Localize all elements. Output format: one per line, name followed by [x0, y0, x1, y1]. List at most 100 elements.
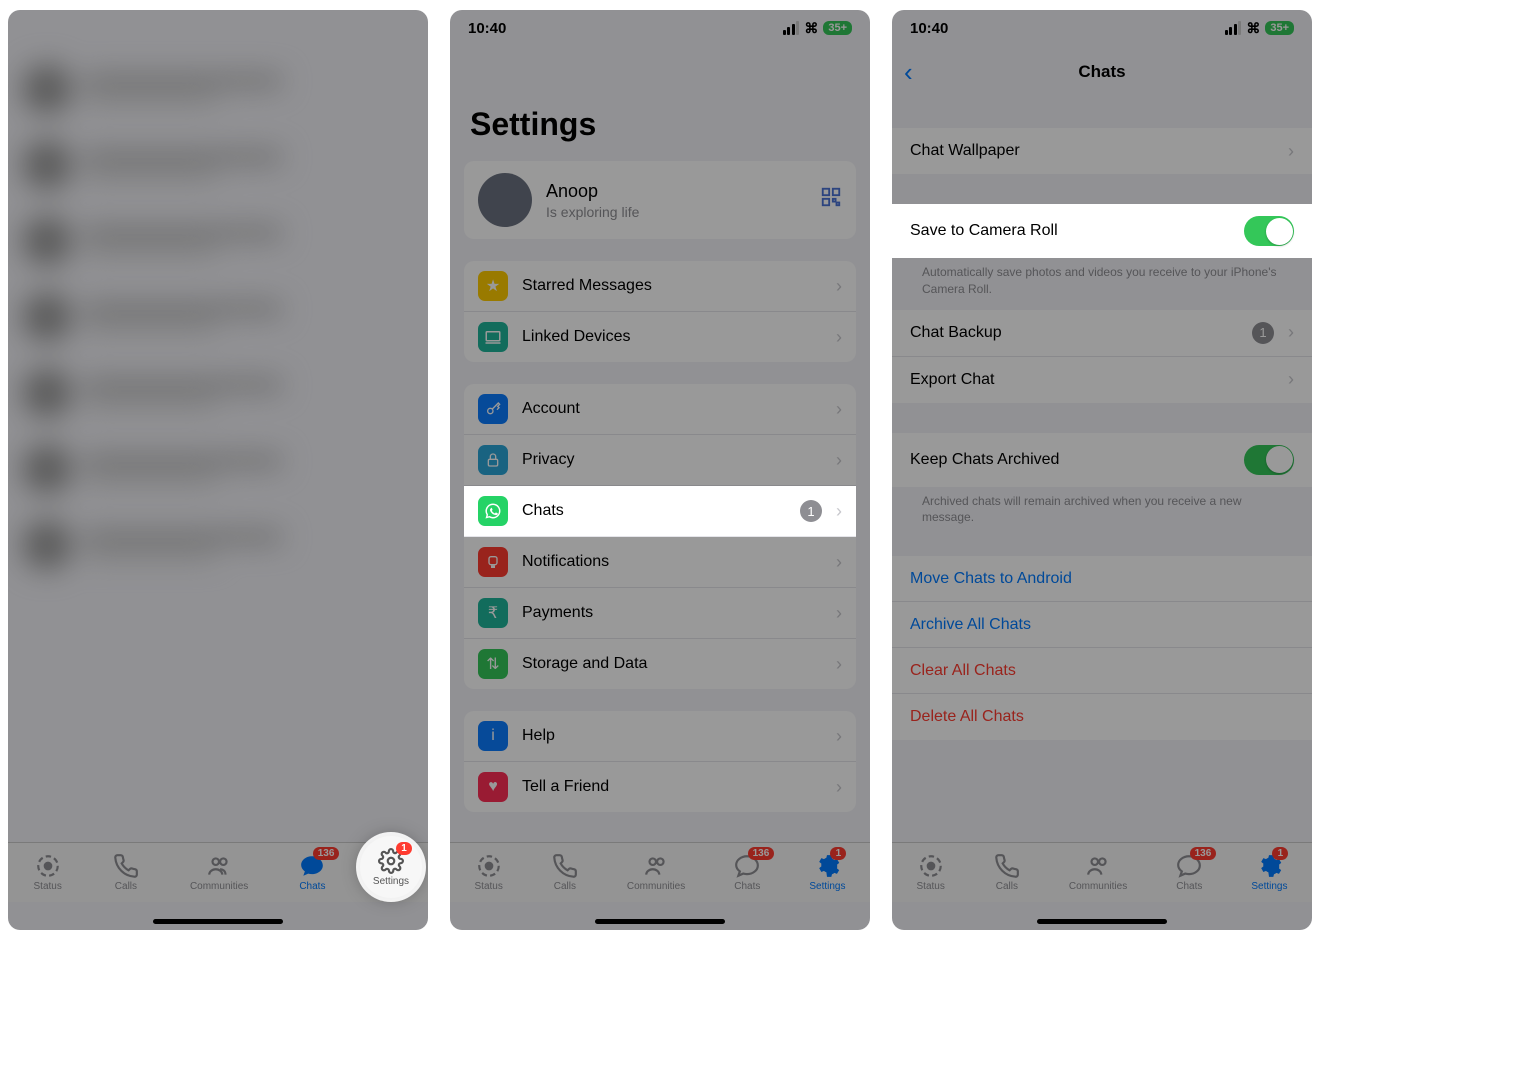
- tab-communities[interactable]: Communities: [190, 853, 248, 892]
- tab-settings[interactable]: 1 Settings: [1251, 853, 1287, 892]
- row-privacy[interactable]: Privacy ›: [464, 435, 856, 486]
- heart-icon: ♥: [478, 772, 508, 802]
- chats-badge: 136: [313, 847, 340, 860]
- row-label: Archive All Chats: [910, 616, 1294, 634]
- nav-title: Chats: [1078, 62, 1125, 82]
- row-clear-all[interactable]: Clear All Chats: [892, 648, 1312, 694]
- chats-row-badge: 1: [800, 500, 822, 522]
- tab-label: Status: [34, 881, 62, 892]
- row-delete-all[interactable]: Delete All Chats: [892, 694, 1312, 740]
- chevron-right-icon: ›: [1288, 141, 1294, 162]
- chevron-right-icon: ›: [836, 399, 842, 420]
- toggle-save-camera-roll[interactable]: [1244, 216, 1294, 246]
- tab-label: Calls: [115, 881, 137, 892]
- chevron-right-icon: ›: [836, 726, 842, 747]
- chevron-right-icon: ›: [836, 327, 842, 348]
- row-label: Save to Camera Roll: [910, 222, 1230, 240]
- tab-communities[interactable]: Communities: [627, 853, 685, 892]
- info-icon: i: [478, 721, 508, 751]
- tab-calls[interactable]: Calls: [113, 853, 139, 892]
- row-linked-devices[interactable]: Linked Devices ›: [464, 312, 856, 362]
- tab-label: Calls: [554, 881, 576, 892]
- settings-group-3: i Help › ♥ Tell a Friend ›: [464, 711, 856, 812]
- tab-label: Communities: [627, 881, 685, 892]
- row-notifications[interactable]: Notifications ›: [464, 537, 856, 588]
- section-archived: Keep Chats Archived: [892, 433, 1312, 487]
- whatsapp-icon: [478, 496, 508, 526]
- profile-status: Is exploring life: [546, 204, 639, 220]
- tab-communities[interactable]: Communities: [1069, 853, 1127, 892]
- gear-icon: 1: [814, 853, 840, 879]
- row-help[interactable]: i Help ›: [464, 711, 856, 762]
- chevron-right-icon: ›: [836, 450, 842, 471]
- tab-status[interactable]: Status: [34, 853, 62, 892]
- row-account[interactable]: Account ›: [464, 384, 856, 435]
- tab-status[interactable]: Status: [917, 853, 945, 892]
- bell-icon: [478, 547, 508, 577]
- tab-chats[interactable]: 136 Chats: [299, 853, 325, 892]
- row-move-chats[interactable]: Move Chats to Android: [892, 556, 1312, 602]
- home-indicator: [153, 919, 283, 924]
- qr-icon[interactable]: [820, 186, 842, 214]
- row-label: Storage and Data: [522, 655, 822, 673]
- tab-calls[interactable]: Calls: [552, 853, 578, 892]
- section-wallpaper: Chat Wallpaper ›: [892, 128, 1312, 174]
- row-chat-backup[interactable]: Chat Backup 1 ›: [892, 310, 1312, 357]
- row-label: Tell a Friend: [522, 778, 822, 796]
- row-label: Starred Messages: [522, 277, 822, 295]
- chats-icon: 136: [299, 853, 325, 879]
- signal-icon: [783, 21, 800, 35]
- row-starred-messages[interactable]: ★ Starred Messages ›: [464, 261, 856, 312]
- profile-card[interactable]: Anoop Is exploring life: [464, 161, 856, 239]
- screenshot-2-settings: 10:40 ⌘ 35+ Settings Anoop Is exploring …: [450, 10, 870, 930]
- row-label: Keep Chats Archived: [910, 451, 1230, 469]
- backup-badge: 1: [1252, 322, 1274, 344]
- tab-status[interactable]: Status: [475, 853, 503, 892]
- tab-label: Chats: [299, 881, 325, 892]
- row-label: Help: [522, 727, 822, 745]
- row-label: Clear All Chats: [910, 662, 1294, 680]
- tab-settings-spotlight[interactable]: 1 Settings: [360, 836, 422, 898]
- row-label: Privacy: [522, 451, 822, 469]
- tab-bar: Status Calls Communities 136 Chats 1 Set…: [892, 842, 1312, 902]
- tab-label: Settings: [1251, 881, 1287, 892]
- signal-icon: [1225, 21, 1242, 35]
- chevron-right-icon: ›: [1288, 369, 1294, 390]
- rupee-icon: ₹: [478, 598, 508, 628]
- row-label: Chats: [522, 502, 786, 520]
- toggle-keep-archived[interactable]: [1244, 445, 1294, 475]
- vpn-icon: ⌘: [1246, 20, 1260, 37]
- gear-icon: 1: [1256, 853, 1282, 879]
- tab-settings[interactable]: 1 Settings: [809, 853, 845, 892]
- row-label: Delete All Chats: [910, 708, 1294, 726]
- status-time: 10:40: [468, 20, 506, 37]
- row-tell-friend[interactable]: ♥ Tell a Friend ›: [464, 762, 856, 812]
- row-save-camera-roll[interactable]: Save to Camera Roll: [892, 204, 1312, 258]
- tab-label: Communities: [1069, 881, 1127, 892]
- chats-badge: 136: [748, 847, 775, 860]
- settings-badge: 1: [396, 842, 412, 855]
- row-chats[interactable]: Chats 1 ›: [464, 486, 856, 537]
- tab-chats[interactable]: 136 Chats: [1176, 853, 1202, 892]
- chats-icon: 136: [734, 853, 760, 879]
- row-payments[interactable]: ₹ Payments ›: [464, 588, 856, 639]
- status-bar: 10:40 ⌘ 35+: [450, 10, 870, 46]
- tab-label: Calls: [996, 881, 1018, 892]
- row-export-chat[interactable]: Export Chat ›: [892, 357, 1312, 403]
- battery-icon: 35+: [823, 21, 852, 35]
- tab-calls[interactable]: Calls: [994, 853, 1020, 892]
- row-label: Move Chats to Android: [910, 570, 1294, 588]
- row-storage-data[interactable]: ⇅ Storage and Data ›: [464, 639, 856, 689]
- avatar: [478, 173, 532, 227]
- row-keep-archived[interactable]: Keep Chats Archived: [892, 433, 1312, 487]
- tab-label: Chats: [1176, 881, 1202, 892]
- home-indicator: [1037, 919, 1167, 924]
- row-archive-all[interactable]: Archive All Chats: [892, 602, 1312, 648]
- row-label: Export Chat: [910, 371, 1274, 389]
- home-indicator: [595, 919, 725, 924]
- section-backup: Chat Backup 1 › Export Chat ›: [892, 310, 1312, 403]
- row-chat-wallpaper[interactable]: Chat Wallpaper ›: [892, 128, 1312, 174]
- back-button[interactable]: ‹: [904, 57, 913, 88]
- tab-chats[interactable]: 136 Chats: [734, 853, 760, 892]
- nav-bar: ‹ Chats: [892, 46, 1312, 98]
